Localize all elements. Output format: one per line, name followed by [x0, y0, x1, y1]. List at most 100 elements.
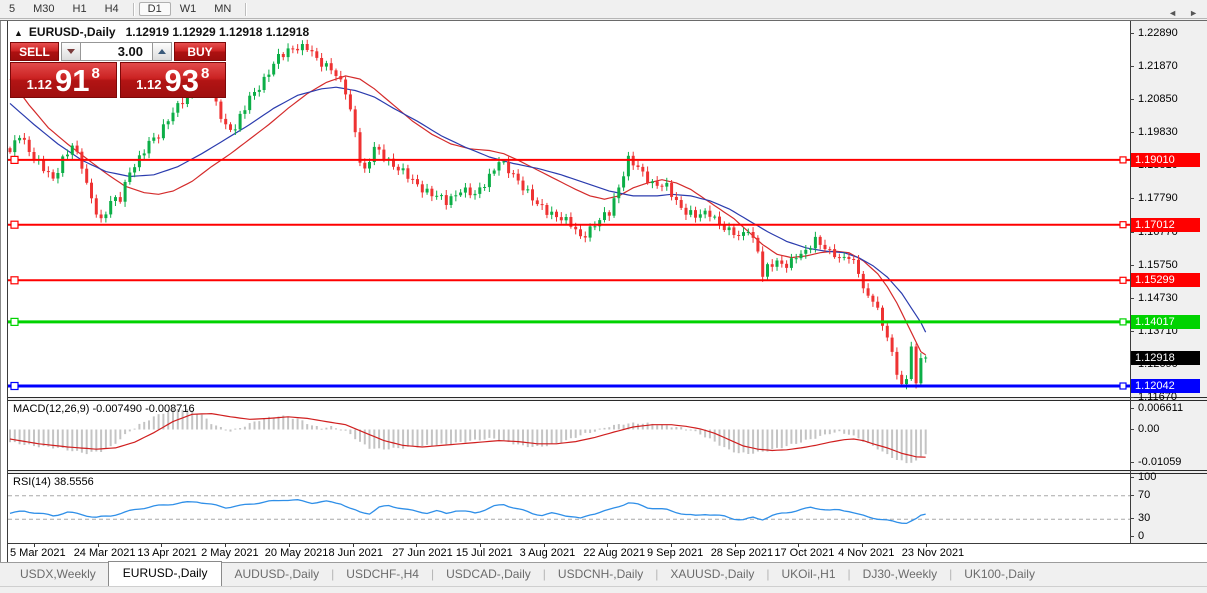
tab-usdx-weekly[interactable]: USDX,Weekly: [8, 563, 108, 586]
level-handle-right[interactable]: [1120, 222, 1126, 228]
candle-body: [737, 235, 740, 236]
candle-body: [665, 183, 668, 187]
level-handle-left[interactable]: [11, 383, 18, 390]
chart-ohlc-values: 1.12919 1.12929 1.12918 1.12918: [126, 25, 310, 39]
tab-eurusd-daily[interactable]: EURUSD-,Daily: [108, 561, 223, 586]
candle-body: [483, 187, 486, 188]
timeframe-button-H1[interactable]: H1: [64, 2, 96, 16]
candle-body: [90, 183, 93, 199]
candle-body: [814, 237, 817, 248]
candle-body: [354, 109, 357, 132]
macd-histogram-bar: [819, 430, 821, 436]
candle-body: [421, 184, 424, 192]
timeframe-button-MN[interactable]: MN: [205, 2, 240, 16]
collapse-triangle-icon[interactable]: ▲: [14, 28, 23, 38]
macd-histogram-bar: [196, 414, 198, 430]
level-handle-left[interactable]: [11, 221, 18, 228]
candle-body: [550, 212, 553, 215]
price-tick-1.19830: 1.19830: [1130, 126, 1207, 138]
sell-price-button[interactable]: 1.12918: [10, 62, 117, 98]
timeframe-button-5[interactable]: 5: [0, 2, 24, 16]
candle-body: [766, 264, 769, 277]
level-handle-left[interactable]: [11, 277, 18, 284]
candle-body: [109, 201, 112, 214]
tab-usdcnh-daily[interactable]: USDCNH-,Daily: [546, 563, 655, 586]
date-label-5: 8 Jun 2021: [329, 547, 383, 559]
buy-button[interactable]: BUY: [174, 42, 226, 61]
macd-histogram-bar: [325, 428, 327, 430]
macd-histogram-bar: [848, 430, 850, 435]
tab-scroll-arrows: ◄ ►: [1168, 8, 1198, 18]
buy-price-button[interactable]: 1.12938: [120, 62, 227, 98]
date-label-2: 13 Apr 2021: [137, 547, 196, 559]
candle-body: [368, 162, 371, 169]
level-handle-left[interactable]: [11, 318, 18, 325]
macd-histogram-bar: [263, 418, 265, 429]
timeframe-button-D1[interactable]: D1: [139, 2, 171, 16]
candle-body: [565, 217, 568, 220]
macd-histogram-bar: [460, 430, 462, 442]
level-handle-left[interactable]: [11, 156, 18, 163]
macd-histogram-bar: [747, 430, 749, 455]
macd-histogram-bar: [493, 430, 495, 439]
candle-body: [258, 90, 261, 92]
macd-histogram-bar: [258, 421, 260, 429]
candle-body: [689, 210, 692, 215]
macd-histogram-bar: [301, 420, 303, 429]
level-handle-right[interactable]: [1120, 383, 1126, 389]
macd-histogram-bar: [412, 430, 414, 447]
tab-scroll-left-icon[interactable]: ◄: [1168, 8, 1177, 18]
timeframe-button-M30[interactable]: M30: [24, 2, 63, 16]
candle-body: [119, 197, 122, 202]
macd-histogram-bar: [234, 429, 236, 430]
level-handle-right[interactable]: [1120, 319, 1126, 325]
timeframe-button-W1[interactable]: W1: [171, 2, 206, 16]
macd-histogram-bar: [580, 430, 582, 436]
macd-histogram-bar: [383, 430, 385, 450]
tab-audusd-daily[interactable]: AUDUSD-,Daily: [222, 563, 331, 586]
macd-scale-0.006611: 0.006611: [1130, 402, 1207, 414]
date-label-7: 15 Jul 2021: [456, 547, 513, 559]
candle-body: [780, 261, 783, 264]
candle-body: [296, 49, 299, 50]
tab-usdchf-h4[interactable]: USDCHF-,H4: [334, 563, 431, 586]
candle-body: [114, 197, 117, 201]
level-handle-right[interactable]: [1120, 277, 1126, 283]
candle-body: [287, 48, 290, 57]
volume-decrease-button[interactable]: [61, 42, 81, 61]
candle-body: [234, 129, 237, 130]
date-label-1: 24 Mar 2021: [74, 547, 136, 559]
tab-usdcad-daily[interactable]: USDCAD-,Daily: [434, 563, 543, 586]
macd-histogram-bar: [244, 427, 246, 430]
candle-body: [133, 167, 136, 172]
macd-histogram-bar: [373, 430, 375, 449]
macd-histogram-bar: [532, 430, 534, 447]
macd-histogram-bar: [656, 425, 658, 429]
tab-uk100-daily[interactable]: UK100-,Daily: [952, 563, 1047, 586]
candle-body: [857, 260, 860, 274]
volume-increase-button[interactable]: [152, 42, 172, 61]
level-price-badge-1.14017: 1.14017: [1131, 315, 1200, 329]
candle-body: [651, 181, 654, 183]
candle-body: [517, 174, 520, 181]
tab-xauusd-daily[interactable]: XAUUSD-,Daily: [658, 563, 766, 586]
chart-symbol-label: EURUSD-,Daily: [29, 25, 116, 39]
macd-histogram-bar: [891, 430, 893, 459]
tab-ukoil-h1[interactable]: UKOil-,H1: [770, 563, 848, 586]
level-handle-right[interactable]: [1120, 157, 1126, 163]
date-label-4: 20 May 2021: [265, 547, 329, 559]
candle-body: [670, 183, 673, 197]
one-click-trade-panel: SELL BUY 1.12918 1.12938: [10, 42, 226, 98]
tab-scroll-right-icon[interactable]: ►: [1189, 8, 1198, 18]
sell-button[interactable]: SELL: [10, 42, 59, 61]
candle-body: [267, 75, 270, 77]
macd-histogram-bar: [570, 430, 572, 439]
volume-input[interactable]: [81, 42, 152, 61]
rsi-pane[interactable]: [8, 474, 1130, 543]
candle-body: [560, 217, 563, 220]
macd-histogram-bar: [62, 430, 64, 449]
tab-dj30-weekly[interactable]: DJ30-,Weekly: [851, 563, 949, 586]
candle-body: [363, 163, 366, 169]
timeframe-button-H4[interactable]: H4: [96, 2, 128, 16]
candle-body: [349, 94, 352, 109]
